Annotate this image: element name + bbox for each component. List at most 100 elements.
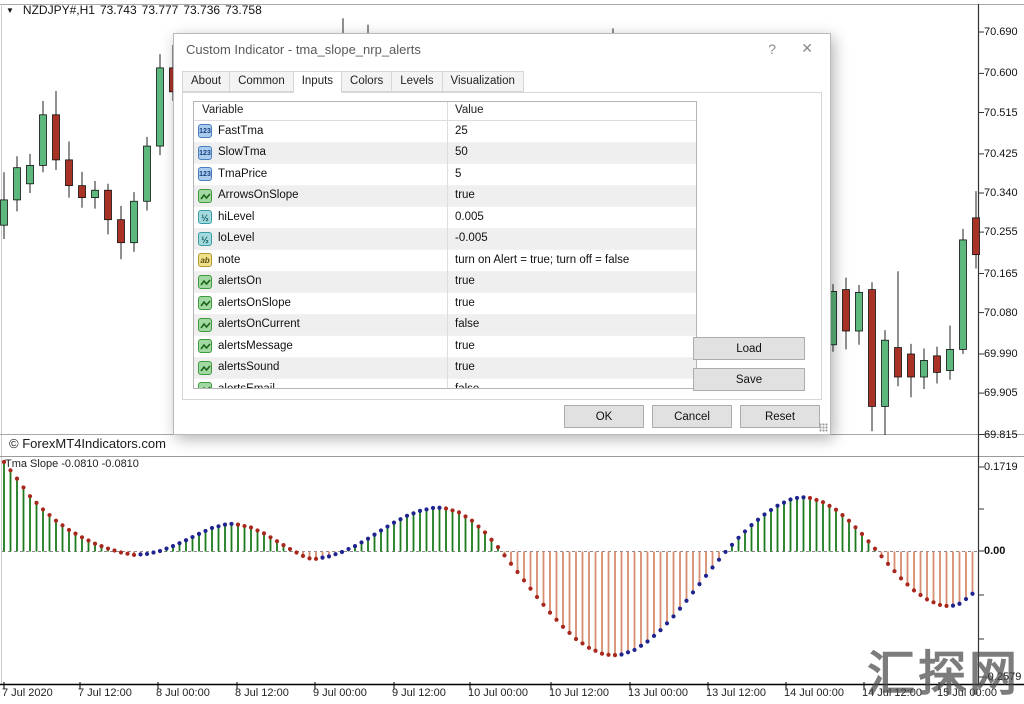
param-name: FastTma <box>218 124 264 137</box>
time-axis-label: 7 Jul 12:00 <box>78 687 132 699</box>
param-row[interactable]: 123 FastTma 25 <box>194 121 696 143</box>
param-value[interactable]: 25 <box>455 125 468 137</box>
param-value[interactable]: true <box>455 297 475 309</box>
param-row[interactable]: ½ loLevel -0.005 <box>194 228 696 250</box>
tab-levels[interactable]: Levels <box>391 71 443 92</box>
param-value[interactable]: false <box>455 318 479 330</box>
price-axis-label: 70.080 <box>984 306 1018 319</box>
price-axis-label: 69.905 <box>984 387 1018 400</box>
ohlc-high: 73.777 <box>141 3 179 17</box>
param-row[interactable]: alertsSound true <box>194 357 696 379</box>
dialog-title: Custom Indicator - tma_slope_nrp_alerts <box>186 42 421 57</box>
candle <box>907 343 915 398</box>
param-row[interactable]: ab note turn on Alert = true; turn off = f… <box>194 250 696 272</box>
indicator-axis-label: 0.00 <box>984 545 1006 557</box>
param-value[interactable]: true <box>455 189 475 201</box>
param-row[interactable]: 123 SlowTma 50 <box>194 142 696 164</box>
price-axis-label: 70.340 <box>984 187 1018 199</box>
site-watermark: 汇探网 <box>866 648 1020 702</box>
param-value[interactable]: 50 <box>455 146 468 158</box>
param-row[interactable]: alertsEmail false <box>194 379 696 389</box>
time-axis-label: 14 Jul 00:00 <box>784 687 844 699</box>
param-row[interactable]: ½ hiLevel 0.005 <box>194 207 696 229</box>
double-param-icon: ½ <box>198 210 212 224</box>
candle <box>959 228 967 354</box>
candle <box>946 325 954 380</box>
candle <box>855 285 863 345</box>
ok-button[interactable]: OK <box>564 405 644 428</box>
collapse-chart-icon[interactable]: ▼ <box>6 6 14 15</box>
bool-param-icon <box>198 296 212 310</box>
param-name: loLevel <box>218 232 255 244</box>
param-row[interactable]: alertsMessage true <box>194 336 696 358</box>
column-header-variable: Variable <box>202 104 244 116</box>
price-axis-label: 70.165 <box>984 267 1018 280</box>
copyright-label: © ForexMT4Indicators.com <box>9 436 166 451</box>
time-axis-label: 9 Jul 12:00 <box>392 687 446 699</box>
candle <box>868 282 876 432</box>
candle <box>894 271 902 387</box>
candle <box>156 54 164 156</box>
tab-colors[interactable]: Colors <box>341 71 393 92</box>
save-button[interactable]: Save <box>693 368 805 391</box>
tab-inputs[interactable]: Inputs <box>292 71 343 93</box>
symbol-period-label: NZDJPY#,H1 <box>22 3 95 17</box>
candle <box>920 348 928 389</box>
double-param-icon: ½ <box>198 231 212 246</box>
param-row[interactable]: alertsOn true <box>194 271 696 293</box>
param-value[interactable]: true <box>455 340 475 352</box>
param-row[interactable]: ArrowsOnSlope true <box>194 185 696 207</box>
price-axis-label: 70.255 <box>984 226 1018 239</box>
mt4-chart-window: ▼ NZDJPY#,H1 73.743 73.777 73.736 73.758 © Fo… <box>0 0 1024 704</box>
parameters-table: Variable Value 123 FastTma 25 123 SlowTma 50 1… <box>193 101 697 389</box>
tab-visualization[interactable]: Visualization <box>441 71 524 92</box>
param-value[interactable]: false <box>455 383 479 389</box>
candle <box>78 171 86 208</box>
param-row[interactable]: 123 TmaPrice 5 <box>194 164 696 186</box>
time-axis-label: 10 Jul 12:00 <box>549 687 609 699</box>
param-row[interactable]: alertsOnSlope true <box>194 293 696 315</box>
indicator-title: Tma Slope -0.0810 -0.0810 <box>5 458 139 470</box>
time-axis-label: 13 Jul 12:00 <box>706 687 766 699</box>
help-icon[interactable]: ? <box>768 41 776 57</box>
param-value[interactable]: 0.005 <box>455 211 484 223</box>
time-axis-label: 7 Jul 2020 <box>2 687 53 699</box>
param-value[interactable]: -0.005 <box>455 232 488 244</box>
ohlc-low: 73.736 <box>183 3 221 17</box>
integer-param-icon: 123 <box>198 167 212 181</box>
custom-indicator-dialog: Custom Indicator - tma_slope_nrp_alerts … <box>173 33 831 435</box>
bool-param-icon <box>198 317 212 332</box>
tab-about[interactable]: About <box>182 71 231 92</box>
param-name: alertsEmail <box>218 382 275 389</box>
price-axis-label: 69.815 <box>984 428 1018 441</box>
param-name: note <box>218 253 241 266</box>
candle <box>104 183 112 235</box>
chart-header: ▼ NZDJPY#,H1 73.743 73.777 73.736 73.758 <box>6 3 262 17</box>
tma-slope-histogram <box>1 459 975 658</box>
close-icon[interactable]: ✕ <box>801 40 813 57</box>
candle <box>130 192 138 252</box>
column-divider <box>447 102 448 388</box>
resize-grip[interactable] <box>819 423 828 432</box>
param-value[interactable]: turn on Alert = true; turn off = false <box>455 254 629 266</box>
candle <box>52 90 60 170</box>
candle <box>26 153 34 193</box>
tab-common[interactable]: Common <box>229 71 294 92</box>
string-param-icon: ab <box>198 253 212 267</box>
ohlc-close: 73.758 <box>225 3 262 17</box>
load-button[interactable]: Load <box>693 337 805 360</box>
reset-button[interactable]: Reset <box>740 405 820 428</box>
cancel-button[interactable]: Cancel <box>652 405 732 428</box>
ohlc-open: 73.743 <box>99 3 137 17</box>
param-value[interactable]: true <box>455 361 475 373</box>
param-value[interactable]: true <box>455 275 475 287</box>
price-axis-label: 70.690 <box>984 26 1018 38</box>
integer-param-icon: 123 <box>198 124 212 138</box>
candle <box>91 181 99 209</box>
price-axis-label: 69.990 <box>984 348 1018 360</box>
param-row[interactable]: alertsOnCurrent false <box>194 314 696 336</box>
candle <box>117 205 125 260</box>
table-header: Variable Value <box>194 102 696 121</box>
param-value[interactable]: 5 <box>455 168 461 180</box>
bool-param-icon <box>198 339 212 353</box>
